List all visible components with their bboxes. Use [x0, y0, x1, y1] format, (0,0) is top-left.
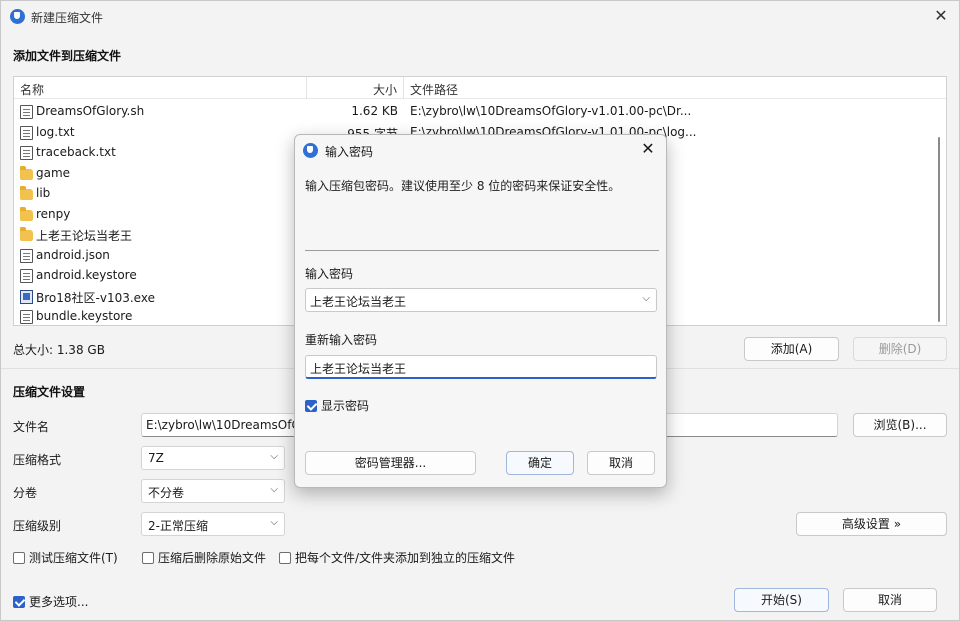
- file-name: android.keystore: [36, 268, 137, 282]
- separate-archives-checkbox[interactable]: 把每个文件/文件夹添加到独立的压缩文件: [279, 549, 515, 566]
- chevron-down-icon[interactable]: ⌵: [642, 293, 650, 304]
- delete-button[interactable]: 删除(D): [853, 337, 947, 361]
- file-name: lib: [36, 186, 51, 200]
- file-name: Bro18社区-v103.exe: [36, 290, 155, 305]
- split-select[interactable]: 不分卷 ⌵: [141, 479, 285, 503]
- show-password-label: 显示密码: [321, 399, 370, 413]
- file-size: 1.62 KB: [351, 104, 398, 118]
- file-name: log.txt: [36, 124, 75, 139]
- delete-after-label: 压缩后删除原始文件: [158, 551, 267, 565]
- chevron-down-icon: ⌵: [270, 484, 278, 495]
- test-archive-checkbox[interactable]: 测试压缩文件(T): [13, 549, 118, 566]
- file-icon: [20, 125, 33, 140]
- folder-icon: [20, 227, 33, 241]
- split-select-value: 不分卷: [148, 486, 185, 500]
- more-options-checkbox[interactable]: 更多选项...: [13, 593, 88, 610]
- format-label: 压缩格式: [13, 453, 62, 467]
- password-input[interactable]: 上老王论坛当老王 ⌵: [305, 288, 657, 312]
- file-icon: [20, 310, 33, 324]
- separate-archives-label: 把每个文件/文件夹添加到独立的压缩文件: [295, 551, 516, 565]
- checkbox-box[interactable]: [13, 551, 25, 564]
- app-logo-icon: [303, 143, 318, 158]
- chevron-down-icon: ⌵: [270, 517, 278, 528]
- browse-button[interactable]: 浏览(B)...: [853, 413, 947, 437]
- app-logo-icon: [10, 9, 25, 24]
- format-select[interactable]: 7Z ⌵: [141, 446, 285, 470]
- column-divider[interactable]: [403, 77, 404, 99]
- split-label: 分卷: [13, 486, 38, 500]
- checkbox-checked[interactable]: [305, 399, 317, 412]
- password-manager-button[interactable]: 密码管理器...: [305, 451, 476, 475]
- column-header-name[interactable]: 名称: [20, 81, 44, 98]
- filename-label: 文件名: [13, 420, 50, 434]
- dialog-close-button[interactable]: ✕: [638, 139, 658, 159]
- chevron-down-icon: ⌵: [270, 451, 278, 462]
- more-options-label: 更多选项...: [29, 595, 89, 609]
- add-files-heading: 添加文件到压缩文件: [13, 49, 122, 63]
- column-header-path[interactable]: 文件路径: [410, 81, 458, 98]
- password-dialog: 输入密码 ✕ 输入压缩包密码。建议使用至少 8 位的密码来保证安全性。 输入密码…: [294, 134, 667, 488]
- file-name: game: [36, 165, 71, 180]
- dialog-description: 输入压缩包密码。建议使用至少 8 位的密码来保证安全性。: [305, 179, 621, 193]
- level-select-value: 2-正常压缩: [148, 519, 208, 533]
- column-header-size[interactable]: 大小: [373, 81, 397, 98]
- file-name: renpy: [36, 206, 71, 221]
- delete-after-checkbox[interactable]: 压缩后删除原始文件: [142, 549, 266, 566]
- file-icon: [20, 269, 33, 283]
- dialog-title: 输入密码: [325, 145, 374, 159]
- dialog-cancel-button[interactable]: 取消: [587, 451, 655, 475]
- file-name: DreamsOfGlory.sh: [36, 104, 145, 118]
- test-archive-label: 测试压缩文件(T): [29, 551, 118, 565]
- window-close-button[interactable]: ✕: [931, 6, 951, 26]
- folder-icon: [20, 206, 33, 221]
- file-icon: [20, 105, 33, 119]
- exe-icon: [20, 289, 33, 304]
- column-divider[interactable]: [306, 77, 307, 99]
- file-name: traceback.txt: [36, 145, 116, 159]
- file-path: E:\zybro\lw\10DreamsOfGlory-v1.01.00-pc\…: [410, 104, 692, 118]
- file-list-row[interactable]: DreamsOfGlory.sh 1.62 KB E:\zybro\lw\10Dre…: [14, 101, 946, 122]
- start-button[interactable]: 开始(S): [734, 588, 829, 612]
- level-select[interactable]: 2-正常压缩 ⌵: [141, 512, 285, 536]
- file-list-scrollbar[interactable]: [938, 137, 940, 322]
- file-list-header: 名称 大小 文件路径: [14, 77, 946, 99]
- file-icon: [20, 146, 33, 160]
- add-button[interactable]: 添加(A): [744, 337, 839, 361]
- file-name: android.json: [36, 247, 110, 262]
- level-label: 压缩级别: [13, 519, 62, 533]
- file-icon: [20, 248, 33, 263]
- confirm-password-label: 重新输入密码: [305, 333, 378, 347]
- settings-heading: 压缩文件设置: [13, 385, 86, 399]
- folder-icon: [20, 186, 33, 200]
- divider: [305, 250, 659, 251]
- cancel-button[interactable]: 取消: [843, 588, 937, 612]
- file-name: bundle.keystore: [36, 309, 133, 323]
- checkbox-box[interactable]: [142, 551, 154, 564]
- checkbox-checked[interactable]: [13, 595, 25, 608]
- title-bar: 新建压缩文件 ✕: [1, 1, 959, 33]
- show-password-checkbox[interactable]: 显示密码: [305, 397, 369, 414]
- format-select-value: 7Z: [148, 451, 164, 465]
- advanced-settings-button[interactable]: 高级设置 »: [796, 512, 947, 536]
- file-name: 上老王论坛当老王: [36, 229, 133, 243]
- password-value: 上老王论坛当老王: [310, 295, 407, 309]
- checkbox-box[interactable]: [279, 551, 291, 564]
- password-label: 输入密码: [305, 267, 354, 281]
- ok-button[interactable]: 确定: [506, 451, 574, 475]
- window-title: 新建压缩文件: [31, 11, 104, 25]
- confirm-password-input[interactable]: 上老王论坛当老王: [305, 355, 657, 379]
- total-size-label: 总大小: 1.38 GB: [13, 343, 105, 357]
- folder-icon: [20, 165, 33, 180]
